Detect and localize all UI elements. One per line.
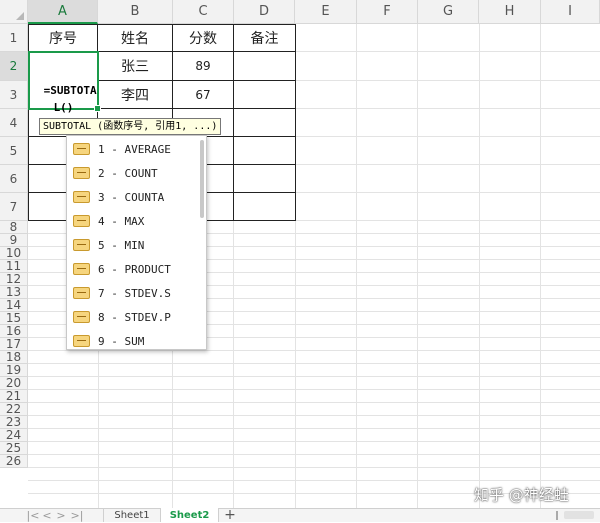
autocomplete-item-label: 5 - MIN (98, 238, 145, 252)
fill-handle[interactable] (94, 105, 101, 112)
remark-cell[interactable] (234, 193, 296, 221)
remark-cell[interactable] (234, 165, 296, 193)
column-header-b[interactable]: B (98, 0, 173, 24)
row-header-7[interactable]: 7 (0, 193, 28, 221)
autocomplete-item[interactable]: 7 - STDEV.S (67, 281, 206, 305)
autocomplete-item-label: 6 - PRODUCT (98, 262, 171, 276)
autocomplete-item-label: 9 - SUM (98, 334, 145, 348)
nav-last-sheet-button[interactable]: >| (70, 508, 84, 522)
function-icon (73, 143, 90, 155)
column-header-h[interactable]: H (479, 0, 541, 24)
gridline (540, 24, 541, 508)
autocomplete-item[interactable]: 4 - MAX (67, 209, 206, 233)
plus-icon[interactable]: + (221, 507, 239, 523)
nav-first-sheet-button[interactable]: |< (26, 508, 40, 522)
function-icon (73, 239, 90, 251)
gridline (28, 480, 600, 481)
autocomplete-item[interactable]: 1 - AVERAGE (67, 137, 206, 161)
formula-text: =SUBTOTA L() (43, 84, 97, 114)
header-cell-remark[interactable]: 备注 (234, 24, 296, 52)
active-cell-formula-editor[interactable]: =SUBTOTA L() (28, 51, 101, 114)
column-header-f[interactable]: F (357, 0, 418, 24)
horizontal-scrollbar[interactable] (564, 511, 594, 519)
score-cell[interactable]: 67 (173, 81, 234, 109)
row-header-2[interactable]: 2 (0, 52, 28, 81)
gridline (28, 454, 600, 455)
gridline (28, 376, 600, 377)
column-header-a[interactable]: A (28, 0, 98, 24)
gridline (356, 24, 357, 508)
header-cell-name[interactable]: 姓名 (98, 24, 173, 52)
column-header-g[interactable]: G (418, 0, 479, 24)
tab-sheet2[interactable]: Sheet2 (161, 508, 219, 522)
watermark: 知乎 @神经蛙 (474, 486, 569, 504)
autocomplete-item[interactable]: 8 - STDEV.P (67, 305, 206, 329)
autocomplete-dropdown[interactable]: 1 - AVERAGE 2 - COUNT 3 - COUNTA 4 - MAX… (66, 135, 207, 350)
autocomplete-item[interactable]: 5 - MIN (67, 233, 206, 257)
function-icon (73, 263, 90, 275)
autocomplete-item[interactable]: 9 - SUM (67, 329, 206, 353)
header-cell-seq[interactable]: 序号 (28, 24, 98, 52)
row-header-3[interactable]: 3 (0, 81, 28, 109)
remark-cell[interactable] (234, 137, 296, 165)
gridline (28, 441, 600, 442)
function-signature-tooltip: SUBTOTAL (函数序号, 引用1, ...) (39, 118, 222, 135)
gridline (479, 24, 480, 508)
remark-cell[interactable] (234, 52, 296, 81)
score-cell[interactable]: 89 (173, 52, 234, 81)
scroll-split-handle[interactable] (556, 511, 558, 520)
function-icon (73, 287, 90, 299)
nav-prev-sheet-button[interactable]: < (40, 508, 54, 522)
select-all-corner[interactable] (0, 0, 28, 24)
function-icon (73, 335, 90, 347)
row-header-26[interactable]: 26 (0, 454, 28, 468)
autocomplete-item-label: 2 - COUNT (98, 166, 158, 180)
autocomplete-item[interactable]: 3 - COUNTA (67, 185, 206, 209)
column-header-i[interactable]: I (541, 0, 600, 24)
function-icon (73, 191, 90, 203)
autocomplete-item-label: 1 - AVERAGE (98, 142, 171, 156)
column-header-e[interactable]: E (295, 0, 357, 24)
sheet-tab-bar (0, 508, 600, 522)
autocomplete-scrollbar[interactable] (200, 140, 204, 218)
gridline (28, 402, 600, 403)
row-header-6[interactable]: 6 (0, 165, 28, 193)
column-header-c[interactable]: C (173, 0, 234, 24)
row-header-1[interactable]: 1 (0, 24, 28, 52)
name-cell[interactable]: 李四 (98, 81, 173, 109)
gridline (28, 415, 600, 416)
autocomplete-item[interactable]: 2 - COUNT (67, 161, 206, 185)
autocomplete-item-label: 3 - COUNTA (98, 190, 165, 204)
gridline (28, 428, 600, 429)
nav-next-sheet-button[interactable]: > (54, 508, 68, 522)
tab-sheet1[interactable]: Sheet1 (103, 508, 161, 522)
gridline (28, 363, 600, 364)
name-cell[interactable]: 张三 (98, 52, 173, 81)
autocomplete-item-label: 8 - STDEV.P (98, 310, 171, 324)
remark-cell[interactable] (234, 109, 296, 137)
column-header-d[interactable]: D (234, 0, 295, 24)
gridline (28, 389, 600, 390)
autocomplete-item-label: 7 - STDEV.S (98, 286, 171, 300)
autocomplete-item-label: 4 - MAX (98, 214, 145, 228)
function-icon (73, 167, 90, 179)
gridline (28, 467, 600, 468)
row-header-5[interactable]: 5 (0, 137, 28, 165)
autocomplete-item[interactable]: 6 - PRODUCT (67, 257, 206, 281)
remark-cell[interactable] (234, 81, 296, 109)
row-header-4[interactable]: 4 (0, 109, 28, 137)
function-icon (73, 311, 90, 323)
function-icon (73, 215, 90, 227)
gridline (417, 24, 418, 508)
header-cell-score[interactable]: 分数 (173, 24, 234, 52)
